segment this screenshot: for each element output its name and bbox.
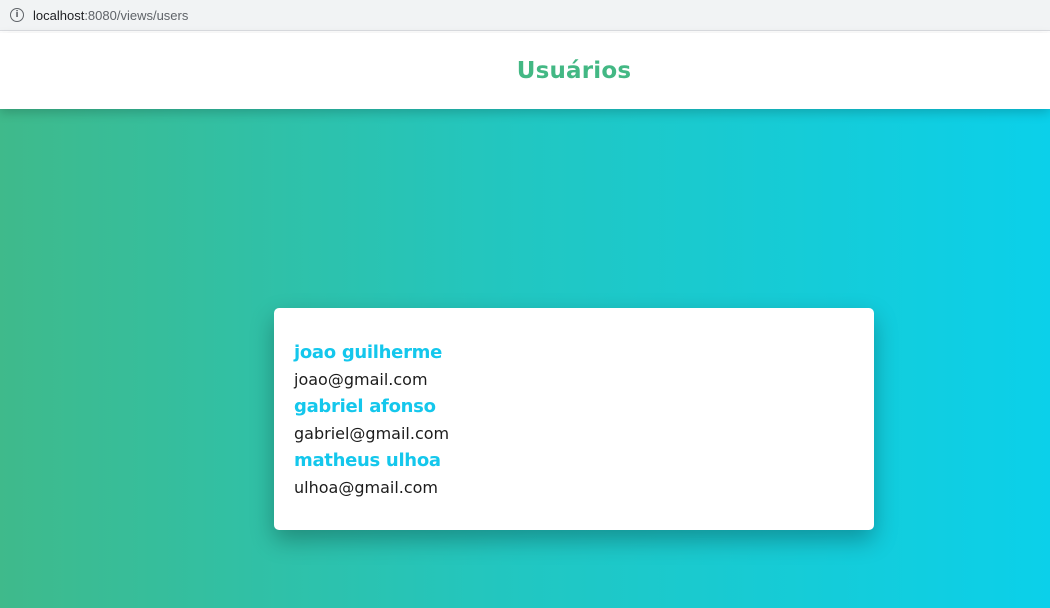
users-card: joao guilherme joao@gmail.com gabriel af… bbox=[274, 308, 874, 530]
page-header: Usuários bbox=[0, 33, 1050, 109]
user-email: gabriel@gmail.com bbox=[294, 424, 450, 443]
url-path: :8080/views/users bbox=[84, 7, 189, 23]
info-icon[interactable]: i bbox=[10, 8, 24, 22]
user-name: matheus ulhoa bbox=[294, 450, 441, 471]
url-host: localhost bbox=[33, 7, 85, 23]
page-title: Usuários bbox=[516, 58, 632, 84]
browser-address-bar[interactable]: i localhost:8080/views/users bbox=[0, 0, 1050, 31]
user-email: joao@gmail.com bbox=[294, 370, 428, 389]
main-content: joao guilherme joao@gmail.com gabriel af… bbox=[0, 109, 1050, 608]
user-email: ulhoa@gmail.com bbox=[294, 478, 439, 497]
user-name: joao guilherme bbox=[294, 342, 443, 363]
list-item: matheus ulhoa ulhoa@gmail.com bbox=[294, 447, 854, 501]
list-item: gabriel afonso gabriel@gmail.com bbox=[294, 393, 854, 447]
list-item: joao guilherme joao@gmail.com bbox=[294, 339, 854, 393]
user-name: gabriel afonso bbox=[294, 396, 436, 417]
